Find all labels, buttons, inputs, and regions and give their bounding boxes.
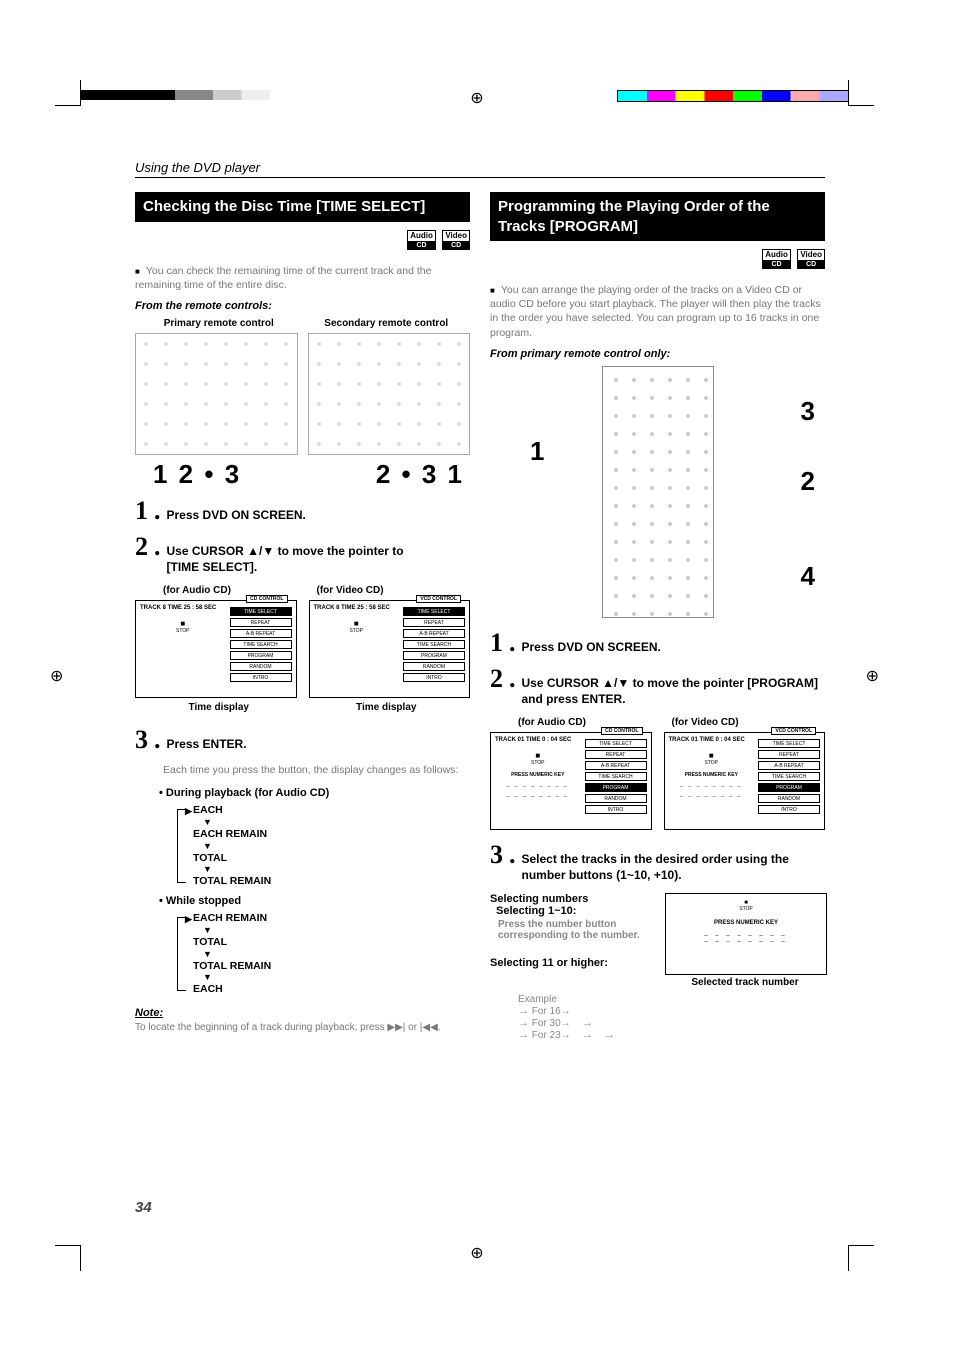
step-2-text: Use CURSOR ▲/▼ to move the pointer to [T… [167,534,404,575]
osd-slots: _ _ _ _ _ _ _ _ [669,792,755,798]
video-cd-badge: VideoCD [442,230,470,250]
step-3-note: Each time you press the button, the disp… [163,763,470,777]
primary-remote-label: Primary remote control [135,318,303,329]
secondary-remote-label: Secondary remote control [303,318,471,329]
right-column: Programming the Playing Order of the Tra… [490,192,825,1041]
registration-mark: ⊕ [470,1243,483,1263]
intro-text: You can arrange the playing order of the… [490,283,825,340]
for-audio-cd-label: (for Audio CD) [490,717,672,728]
osd-menu: TIME SELECT REPEAT A-B REPEAT TIME SEARC… [403,607,465,684]
step-number-1: 1 [490,630,503,656]
flow-stopped: ▶ EACH REMAIN ▼ TOTAL ▼ TOTAL REMAIN ▼ E… [177,911,470,997]
osd-tab: CD CONTROL [601,727,642,735]
registration-mark: ⊕ [470,88,483,108]
primary-remote-diagram [135,333,298,455]
osd-slots: _ _ _ _ _ _ _ _ [669,782,755,788]
callout-2: 2 [801,466,815,497]
step-1-text: Press DVD ON SCREEN. [522,630,661,655]
audio-cd-badge: AudioCD [407,230,436,250]
grayscale-bar [80,90,270,100]
registration-mark: ⊕ [50,666,63,686]
audio-cd-osd: CD CONTROL TRACK 8 TIME 25 : 58 SEC STOP… [135,600,297,698]
note-body: To locate the beginning of a track durin… [135,1021,470,1035]
for-audio-cd-label: (for Audio CD) [135,585,317,596]
osd-tab: CD CONTROL [246,595,287,603]
osd-menu: TIME SELECT REPEAT A-B REPEAT TIME SEARC… [758,739,820,816]
sel-110-note: Press the number button corresponding to… [498,919,655,941]
osd-stop: STOP [314,619,400,634]
remote-diagram-wrap: 1 3 2 4 [490,366,825,618]
osd-tab: VCD CONTROL [771,727,816,735]
step-callouts-right: 2 • 3 1 [309,459,471,490]
osd-slots: _ _ _ _ _ _ _ _ [495,792,581,798]
step-number-3: 3 [135,727,148,753]
color-bar [617,90,849,102]
page-number: 34 [135,1199,152,1216]
section-title: Programming the Playing Order of the Tra… [490,192,825,241]
time-display-label: Time display [303,702,471,713]
disc-badges: AudioCD VideoCD [490,249,825,269]
osd-track-line: TRACK 01 TIME 0 : 04 SEC [669,737,755,743]
secondary-remote-diagram [308,333,471,455]
audio-cd-badge: AudioCD [762,249,791,269]
osd-stop: STOP [495,751,581,766]
video-cd-osd: VCD CONTROL TRACK 01 TIME 0 : 04 SEC STO… [664,732,826,830]
video-cd-osd: VCD CONTROL TRACK 8 TIME 25 : 58 SEC STO… [309,600,471,698]
selection-osd: ■ STOP PRESS NUMERIC KEY _ _ _ _ _ _ _ _… [665,893,827,975]
osd-stop: STOP [669,751,755,766]
section-title: Checking the Disc Time [TIME SELECT] [135,192,470,222]
osd-track-line: TRACK 8 TIME 25 : 58 SEC [140,605,226,611]
step-number-1: 1 [135,498,148,524]
osd-press-key: PRESS NUMERIC KEY [669,772,755,778]
osd-stop: STOP [140,619,226,634]
left-column: Checking the Disc Time [TIME SELECT] Aud… [135,192,470,1041]
sub-while-stopped: • While stopped [159,895,470,907]
step-3-text: Select the tracks in the desired order u… [522,842,826,883]
step-callouts-left: 1 2 • 3 [135,459,309,490]
flow-playback: ▶ EACH ▼ EACH REMAIN ▼ TOTAL ▼ TOTAL REM… [177,803,470,889]
callout-3: 3 [801,396,815,427]
step-number-2: 2 [135,534,148,560]
selected-track-caption: Selected track number [665,977,825,988]
from-remote-label: From primary remote control only: [490,348,825,360]
disc-badges: AudioCD VideoCD [135,230,470,250]
examples: Example → For 16→ → For 30→ → → For 23→ … [518,994,825,1041]
time-display-label: Time display [135,702,303,713]
osd-track-line: TRACK 8 TIME 25 : 58 SEC [314,605,400,611]
crop-mark [55,1245,81,1271]
selecting-numbers-block: Selecting numbers Selecting 1~10: Press … [490,893,655,969]
crop-mark [848,1245,874,1271]
from-remote-label: From the remote controls: [135,300,470,312]
osd-slots: _ _ _ _ _ _ _ _ [495,782,581,788]
content: Using the DVD player Checking the Disc T… [135,160,825,1041]
osd-track-line: TRACK 01 TIME 0 : 04 SEC [495,737,581,743]
osd-menu: TIME SELECT REPEAT A-B REPEAT TIME SEARC… [585,739,647,816]
step-2-text: Use CURSOR ▲/▼ to move the pointer [PROG… [522,666,826,707]
running-header: Using the DVD player [135,160,825,178]
crop-mark [55,80,81,106]
audio-cd-osd: CD CONTROL TRACK 01 TIME 0 : 04 SEC STOP… [490,732,652,830]
callout-4: 4 [801,561,815,592]
video-cd-badge: VideoCD [797,249,825,269]
osd-tab: VCD CONTROL [416,595,461,603]
step-1-text: Press DVD ON SCREEN. [167,498,306,523]
osd-press-key: PRESS NUMERIC KEY [495,772,581,778]
step-number-2: 2 [490,666,503,692]
intro-text: You can check the remaining time of the … [135,264,470,292]
note-header: Note: [135,1007,470,1019]
crop-mark [848,80,874,106]
primary-remote-diagram [602,366,714,618]
osd-menu: TIME SELECT REPEAT A-B REPEAT TIME SEARC… [230,607,292,684]
callout-1: 1 [530,436,544,467]
page: ⊕ ⊕ ⊕ ⊕ Using the DVD player Checking th… [0,0,954,1351]
step-3-text: Press ENTER. [167,727,247,752]
step-number-3: 3 [490,842,503,868]
sub-during-playback: • During playback (for Audio CD) [159,787,470,799]
registration-mark: ⊕ [866,666,879,686]
